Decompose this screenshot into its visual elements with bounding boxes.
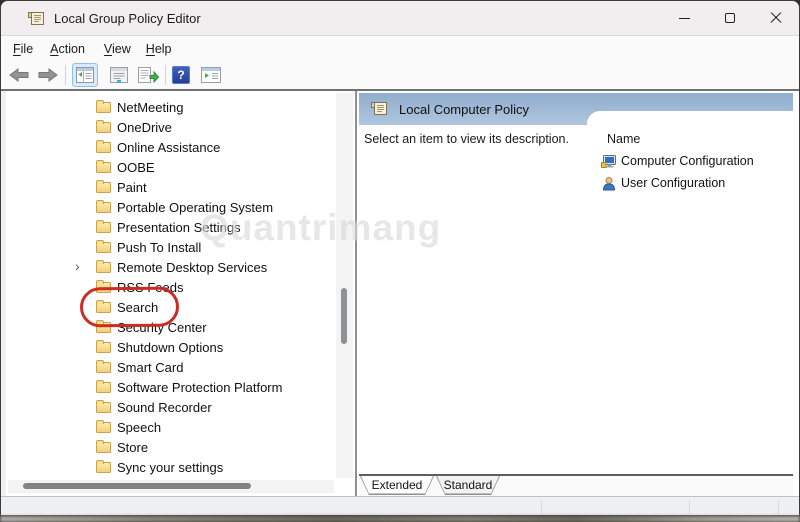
show-console-tree-icon — [76, 67, 94, 83]
tree-item-sound-recorder[interactable]: Sound Recorder — [6, 397, 333, 417]
background-blur-strip — [0, 516, 800, 522]
tree-item-remote-desktop-services[interactable]: ›Remote Desktop Services — [6, 257, 333, 277]
folder-icon — [96, 382, 111, 393]
folder-icon — [96, 142, 111, 153]
tree-item-onedrive[interactable]: OneDrive — [6, 117, 333, 137]
folder-icon — [96, 222, 111, 233]
details-panel-notch — [587, 111, 793, 125]
close-icon — [770, 12, 782, 24]
annotation-ellipse — [80, 287, 179, 328]
tab-standard[interactable]: Standard — [436, 476, 500, 495]
folder-icon — [96, 462, 111, 473]
properties-button[interactable] — [110, 67, 128, 83]
folder-icon — [96, 182, 111, 193]
gpedit-scroll-icon — [28, 11, 45, 26]
horizontal-scrollbar-thumb[interactable] — [23, 483, 251, 489]
maximize-button[interactable] — [707, 1, 753, 35]
export-list-button[interactable] — [138, 67, 159, 83]
tree-item-shutdown-options[interactable]: Shutdown Options — [6, 337, 333, 357]
expand-chevron-icon[interactable]: › — [75, 258, 80, 274]
toolbar: ? — [1, 60, 799, 89]
folder-icon — [96, 442, 111, 453]
name-column-header[interactable]: Name — [607, 132, 640, 146]
tree-item-oobe[interactable]: OOBE — [6, 157, 333, 177]
help-button[interactable]: ? — [172, 66, 190, 84]
tree-item-store[interactable]: Store — [6, 437, 333, 457]
folder-icon — [96, 342, 111, 353]
tree-item-sync-your-settings[interactable]: Sync your settings — [6, 457, 333, 477]
view-tab-strip: Extended Standard — [359, 474, 793, 496]
window-title: Local Group Policy Editor — [54, 11, 201, 26]
console-tree-pane: NetMeeting OneDrive Online Assistance OO… — [1, 91, 357, 496]
folder-icon — [96, 102, 111, 113]
statusbar — [1, 496, 799, 516]
vertical-scrollbar-thumb[interactable] — [341, 288, 347, 344]
toolbar-separator — [65, 65, 66, 85]
user-configuration-icon — [601, 176, 617, 191]
folder-icon — [96, 362, 111, 373]
menu-file[interactable]: File — [13, 42, 33, 56]
folder-icon — [96, 122, 111, 133]
list-item-user-configuration[interactable]: User Configuration — [601, 173, 725, 193]
tree-vertical-scrollbar[interactable] — [336, 93, 353, 478]
tab-extended[interactable]: Extended — [360, 476, 434, 495]
statusbar-separator — [778, 500, 779, 514]
minimize-icon — [679, 18, 690, 19]
statusbar-separator — [541, 500, 542, 514]
details-header-title: Local Computer Policy — [399, 102, 529, 117]
toolbar-separator — [165, 65, 166, 85]
menubar: File Action View Help — [1, 37, 799, 60]
forward-button[interactable] — [37, 68, 59, 82]
close-button[interactable] — [753, 1, 799, 35]
folder-icon — [96, 242, 111, 253]
help-icon: ? — [177, 68, 184, 82]
show-action-pane-button[interactable] — [201, 67, 221, 83]
properties-icon — [110, 67, 128, 83]
menu-action[interactable]: Action — [50, 42, 85, 56]
tree-item-netmeeting[interactable]: NetMeeting — [6, 97, 333, 117]
window-controls — [661, 1, 799, 35]
folder-icon — [96, 162, 111, 173]
list-item-computer-configuration[interactable]: Computer Configuration — [601, 151, 754, 171]
details-description: Select an item to view its description. — [364, 132, 569, 146]
minimize-button[interactable] — [661, 1, 707, 35]
statusbar-separator — [689, 500, 690, 514]
tree-item-presentation-settings[interactable]: Presentation Settings — [6, 217, 333, 237]
tree-item-software-protection-platform[interactable]: Software Protection Platform — [6, 377, 333, 397]
back-button[interactable] — [8, 68, 30, 82]
maximize-icon — [725, 13, 735, 23]
tree-item-smart-card[interactable]: Smart Card — [6, 357, 333, 377]
menu-help[interactable]: Help — [146, 42, 172, 56]
tree-item-online-assistance[interactable]: Online Assistance — [6, 137, 333, 157]
local-group-policy-editor-window: Local Group Policy Editor File Action Vi… — [0, 0, 800, 516]
tree-item-portable-operating-system[interactable]: Portable Operating System — [6, 197, 333, 217]
show-action-pane-icon — [201, 67, 221, 83]
computer-configuration-icon — [601, 154, 617, 169]
tree-item-push-to-install[interactable]: Push To Install — [6, 237, 333, 257]
export-list-icon — [138, 67, 159, 83]
tree-item-paint[interactable]: Paint — [6, 177, 333, 197]
folder-icon — [96, 262, 111, 273]
show-console-tree-button[interactable] — [72, 63, 98, 87]
titlebar: Local Group Policy Editor — [1, 1, 799, 36]
menu-view[interactable]: View — [104, 42, 131, 56]
folder-icon — [96, 422, 111, 433]
folder-icon — [96, 402, 111, 413]
tree-horizontal-scrollbar[interactable] — [8, 480, 334, 493]
policy-scroll-icon — [371, 101, 388, 116]
folder-icon — [96, 202, 111, 213]
back-icon — [8, 68, 30, 82]
details-pane: Local Computer Policy Select an item to … — [359, 91, 793, 496]
tree-item-speech[interactable]: Speech — [6, 417, 333, 437]
forward-icon — [37, 68, 59, 82]
